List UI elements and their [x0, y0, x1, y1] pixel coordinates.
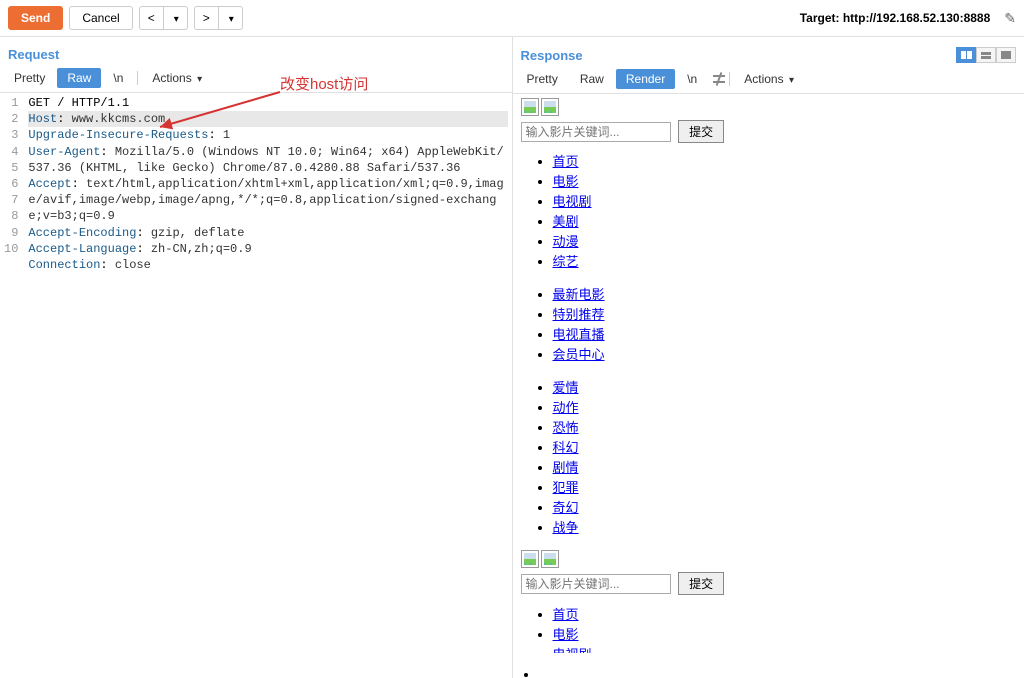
history-fwd-group: > ▾ — [194, 6, 243, 30]
nav-link[interactable]: 电视直播 — [553, 327, 605, 342]
tab-pretty[interactable]: Pretty — [517, 69, 568, 89]
history-fwd-dropdown[interactable]: ▾ — [219, 6, 243, 30]
request-line[interactable]: User-Agent: Mozilla/5.0 (Windows NT 10.0… — [28, 144, 507, 176]
nav-link[interactable]: 电影 — [553, 174, 579, 189]
tab-raw[interactable]: Raw — [570, 69, 614, 89]
request-line[interactable]: Accept: text/html,application/xhtml+xml,… — [28, 176, 507, 225]
nav-link[interactable]: 爱情 — [553, 380, 579, 395]
tab-actions[interactable]: Actions ▾ — [142, 68, 212, 88]
history-back-button[interactable]: < — [139, 6, 164, 30]
nav-link[interactable]: 动作 — [553, 400, 579, 415]
target-url: http://192.168.52.130:8888 — [843, 11, 990, 25]
submit-button[interactable]: 提交 — [678, 572, 724, 595]
request-line[interactable]: GET / HTTP/1.1 — [28, 95, 507, 111]
target-label: Target: http://192.168.52.130:8888 — [800, 11, 991, 25]
nav-link[interactable]: 首页 — [553, 154, 579, 169]
nav-link[interactable]: 电视剧 — [553, 194, 592, 209]
layout-single-icon[interactable] — [996, 47, 1016, 63]
nav-link[interactable]: 恐怖 — [553, 420, 579, 435]
nav-link[interactable]: 奇幻 — [553, 500, 579, 515]
request-line[interactable] — [28, 289, 507, 305]
request-line[interactable]: Upgrade-Insecure-Requests: 1 — [28, 127, 507, 143]
request-line[interactable] — [28, 273, 507, 289]
nav-link[interactable]: 科幻 — [553, 440, 579, 455]
history-fwd-button[interactable]: > — [194, 6, 219, 30]
tab-render[interactable]: Render — [616, 69, 675, 89]
layout-toggle — [956, 47, 1016, 63]
tab-actions[interactable]: Actions ▾ — [734, 69, 804, 89]
search-input[interactable] — [521, 122, 671, 142]
compare-icon[interactable] — [713, 74, 725, 84]
nav-link[interactable]: 首页 — [553, 607, 579, 622]
request-editor[interactable]: 12345678910 GET / HTTP/1.1Host: www.kkcm… — [0, 93, 512, 678]
broken-image-icon — [541, 98, 559, 116]
nav-link[interactable]: 电影 — [553, 627, 579, 642]
response-title: Response — [521, 48, 583, 63]
cancel-button[interactable]: Cancel — [69, 6, 132, 30]
edit-target-icon[interactable]: ✎ — [1004, 10, 1016, 27]
nav-link[interactable]: 犯罪 — [553, 480, 579, 495]
history-back-dropdown[interactable]: ▾ — [164, 6, 188, 30]
nav-link[interactable]: 电视剧 — [553, 647, 592, 653]
main-split: Request Pretty Raw \n Actions ▾ 12345678… — [0, 37, 1024, 678]
tab-pretty[interactable]: Pretty — [4, 68, 55, 88]
nav-link[interactable]: 动漫 — [553, 234, 579, 249]
response-tabs: Pretty Raw Render \n Actions ▾ — [513, 69, 1024, 94]
tab-newline[interactable]: \n — [677, 69, 707, 89]
history-back-group: < ▾ — [139, 6, 188, 30]
search-input[interactable] — [521, 574, 671, 594]
nav-link[interactable]: 综艺 — [553, 254, 579, 269]
send-button[interactable]: Send — [8, 6, 63, 30]
nav-link[interactable]: 会员中心 — [553, 347, 605, 362]
response-render[interactable]: 提交 首页电影电视剧美剧动漫综艺 最新电影特别推荐电视直播会员中心 爱情动作恐怖… — [513, 94, 1024, 678]
submit-button[interactable]: 提交 — [678, 120, 724, 143]
response-pane: Response Pretty Raw Render \n Actions ▾ … — [513, 37, 1024, 678]
request-title: Request — [8, 47, 59, 62]
request-line[interactable]: Host: www.kkcms.com — [28, 111, 507, 127]
layout-columns-icon[interactable] — [956, 47, 976, 63]
nav-link[interactable]: 美剧 — [553, 214, 579, 229]
request-line[interactable]: Accept-Encoding: gzip, deflate — [28, 225, 507, 241]
nav-link[interactable]: 剧情 — [553, 460, 579, 475]
nav-link[interactable]: 战争 — [553, 520, 579, 535]
nav-link[interactable]: 最新电影 — [553, 287, 605, 302]
broken-image-icon — [521, 550, 539, 568]
request-line[interactable]: Connection: close — [28, 257, 507, 273]
request-tabs: Pretty Raw \n Actions ▾ — [0, 68, 512, 93]
request-line[interactable]: Accept-Language: zh-CN,zh;q=0.9 — [28, 241, 507, 257]
request-pane: Request Pretty Raw \n Actions ▾ 12345678… — [0, 37, 513, 678]
tab-raw[interactable]: Raw — [57, 68, 101, 88]
layout-rows-icon[interactable] — [976, 47, 996, 63]
top-toolbar: Send Cancel < ▾ > ▾ Target: http://192.1… — [0, 0, 1024, 37]
broken-image-icon — [521, 98, 539, 116]
broken-image-icon — [541, 550, 559, 568]
tab-newline[interactable]: \n — [103, 68, 133, 88]
nav-link[interactable]: 特别推荐 — [553, 307, 605, 322]
